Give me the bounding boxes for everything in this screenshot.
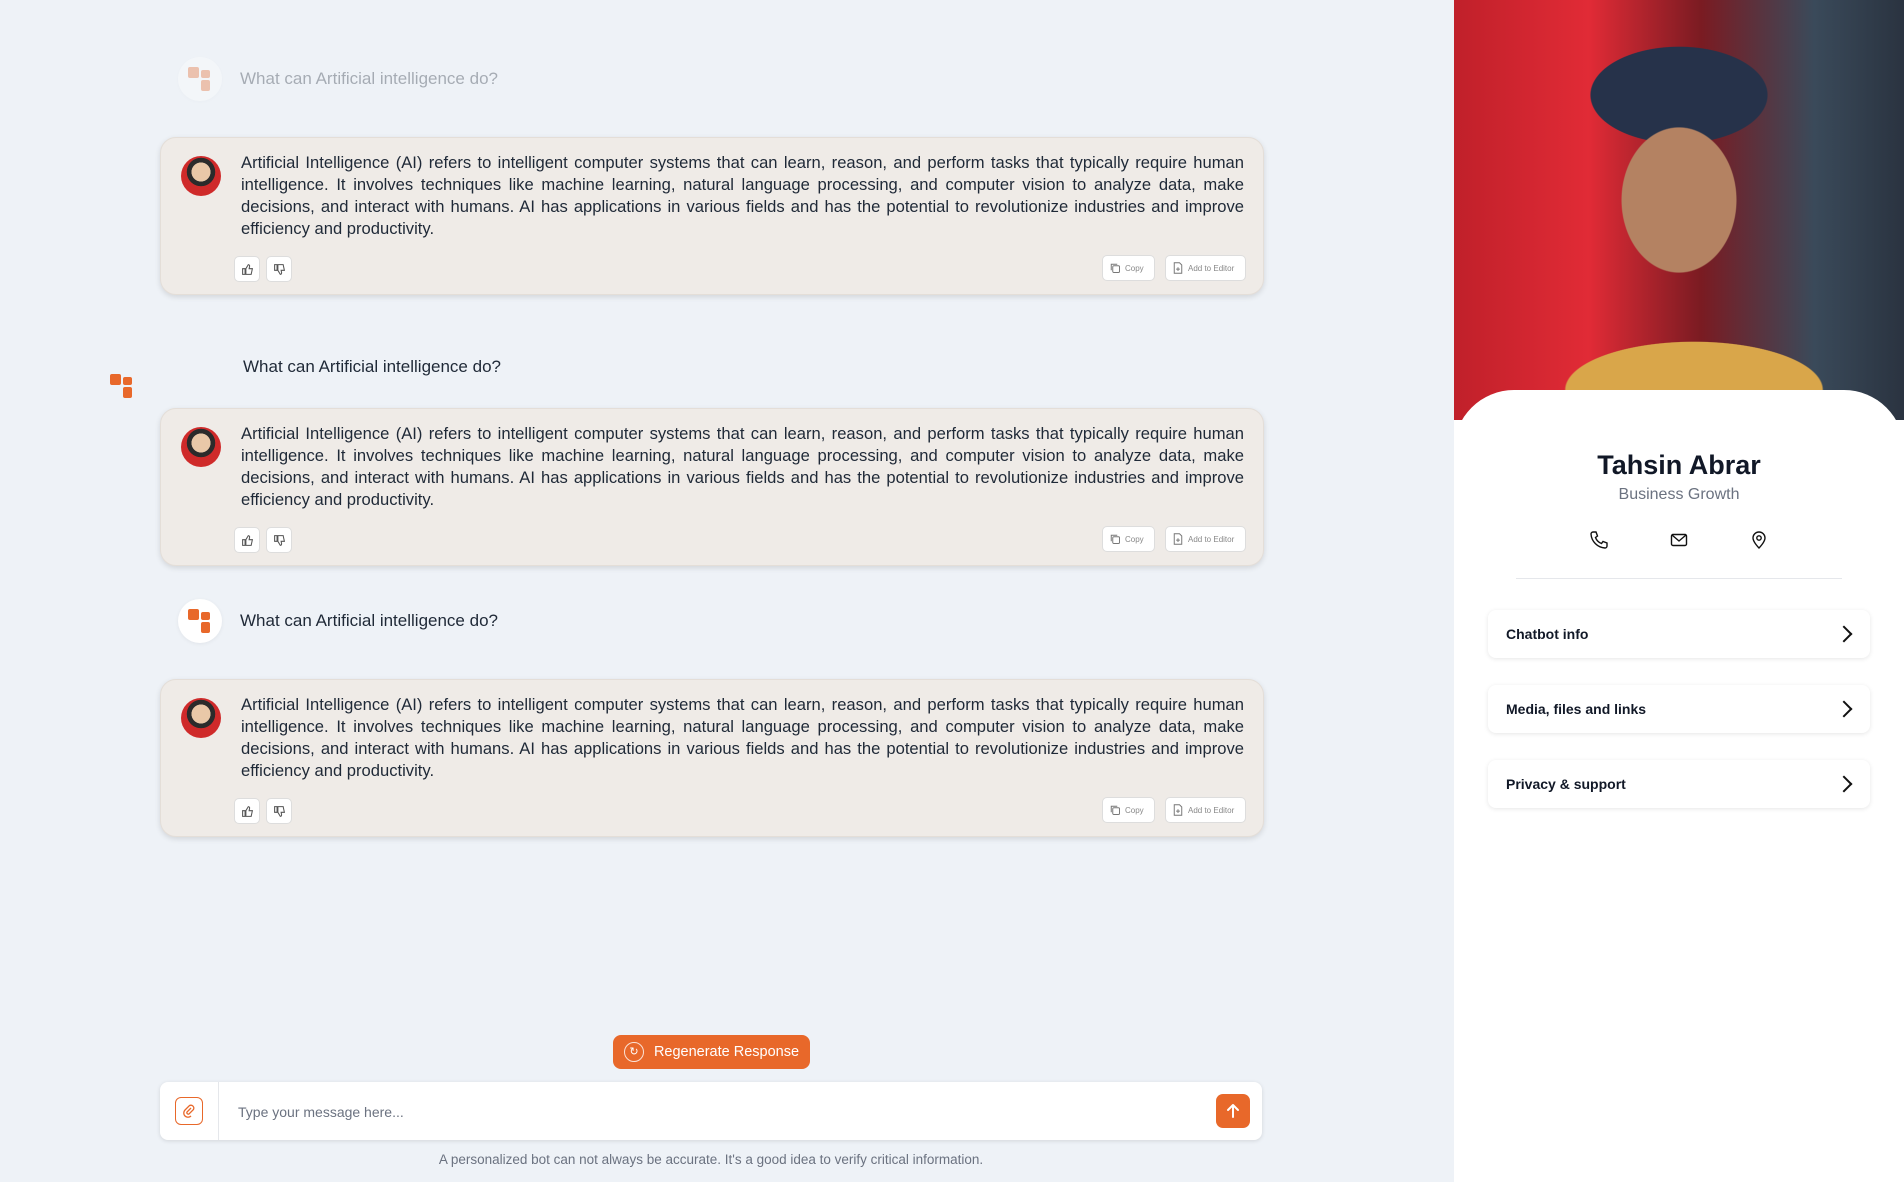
answer-card: Artificial Intelligence (AI) refers to i…	[160, 679, 1264, 837]
chevron-right-icon	[1835, 625, 1853, 643]
add-to-editor-label: Add to Editor	[1188, 805, 1235, 815]
question-text: What can Artificial intelligence do?	[240, 611, 498, 630]
copy-button[interactable]: Copy	[1102, 255, 1155, 281]
thumbs-down-button[interactable]	[266, 798, 292, 824]
document-add-icon	[1173, 262, 1183, 274]
regenerate-button[interactable]: ↻ Regenerate Response	[613, 1035, 810, 1069]
divider	[1516, 578, 1842, 579]
question-text: What can Artificial intelligence do?	[243, 357, 501, 376]
copy-icon	[1110, 263, 1120, 273]
profile-name: Tahsin Abrar	[1597, 450, 1761, 480]
chevron-right-icon	[1835, 700, 1853, 718]
copy-button[interactable]: Copy	[1102, 797, 1155, 823]
thumbs-up-button[interactable]	[234, 798, 260, 824]
bot-logo-icon	[178, 57, 222, 101]
profile-photo	[1454, 0, 1904, 420]
thumbs-down-button[interactable]	[266, 256, 292, 282]
copy-icon	[1110, 805, 1120, 815]
question-row: What can Artificial intelligence do?	[178, 597, 498, 645]
attach-button[interactable]	[160, 1082, 219, 1140]
menu-item-chatbot-info[interactable]: Chatbot info	[1488, 610, 1870, 658]
menu-item-label: Privacy & support	[1506, 776, 1626, 792]
phone-icon[interactable]	[1587, 528, 1611, 552]
add-to-editor-button[interactable]: Add to Editor	[1165, 526, 1246, 552]
attachment-icon	[175, 1097, 203, 1125]
copy-button[interactable]: Copy	[1102, 526, 1155, 552]
chat-area: What can Artificial intelligence do? Art…	[0, 0, 1454, 1182]
arrow-up-icon	[1227, 1104, 1239, 1118]
refresh-icon: ↻	[623, 1042, 644, 1062]
add-to-editor-button[interactable]: Add to Editor	[1165, 255, 1246, 281]
send-button[interactable]	[1216, 1094, 1250, 1128]
thumbs-down-icon	[273, 805, 285, 817]
avatar	[181, 156, 221, 196]
mail-icon[interactable]	[1667, 528, 1691, 552]
copy-label: Copy	[1125, 805, 1144, 815]
thumbs-up-button[interactable]	[234, 256, 260, 282]
add-to-editor-button[interactable]: Add to Editor	[1165, 797, 1246, 823]
avatar	[181, 427, 221, 467]
avatar	[181, 698, 221, 738]
thumbs-up-icon	[241, 805, 253, 817]
disclaimer-text: A personalized bot can not always be acc…	[438, 1152, 984, 1167]
answer-text: Artificial Intelligence (AI) refers to i…	[241, 424, 1244, 509]
menu-item-label: Chatbot info	[1506, 626, 1589, 642]
thumbs-up-icon	[241, 263, 253, 275]
answer-text: Artificial Intelligence (AI) refers to i…	[241, 695, 1244, 780]
document-add-icon	[1173, 533, 1183, 545]
answer-text: Artificial Intelligence (AI) refers to i…	[241, 153, 1244, 238]
question-text: What can Artificial intelligence do?	[240, 69, 498, 88]
copy-label: Copy	[1125, 263, 1144, 273]
copy-label: Copy	[1125, 534, 1144, 544]
thumbs-down-button[interactable]	[266, 527, 292, 553]
document-add-icon	[1173, 804, 1183, 816]
thumbs-up-button[interactable]	[234, 527, 260, 553]
question-row: What can Artificial intelligence do?	[178, 55, 498, 103]
location-pin-icon[interactable]	[1747, 528, 1771, 552]
thumbs-down-icon	[273, 534, 285, 546]
thumbs-down-icon	[273, 263, 285, 275]
thumbs-up-icon	[241, 534, 253, 546]
answer-card: Artificial Intelligence (AI) refers to i…	[160, 408, 1264, 566]
contact-actions	[1454, 528, 1904, 552]
profile-role: Business Growth	[1618, 486, 1740, 503]
add-to-editor-label: Add to Editor	[1188, 534, 1235, 544]
menu-item-label: Media, files and links	[1506, 701, 1647, 717]
copy-icon	[1110, 534, 1120, 544]
profile-panel: Tahsin Abrar Business Growth Chatbot inf…	[1454, 0, 1904, 1182]
answer-card: Artificial Intelligence (AI) refers to i…	[160, 137, 1264, 295]
question-row: What can Artificial intelligence do?	[178, 343, 501, 391]
message-input[interactable]	[236, 1096, 1160, 1128]
message-composer	[160, 1082, 1262, 1140]
bot-logo-icon	[178, 599, 222, 643]
menu-item-privacy-support[interactable]: Privacy & support	[1488, 760, 1870, 808]
floating-logo-icon	[110, 374, 134, 398]
add-to-editor-label: Add to Editor	[1188, 263, 1235, 273]
menu-item-media-files-links[interactable]: Media, files and links	[1488, 685, 1870, 733]
regenerate-label: Regenerate Response	[653, 1044, 800, 1060]
chevron-right-icon	[1835, 775, 1853, 793]
